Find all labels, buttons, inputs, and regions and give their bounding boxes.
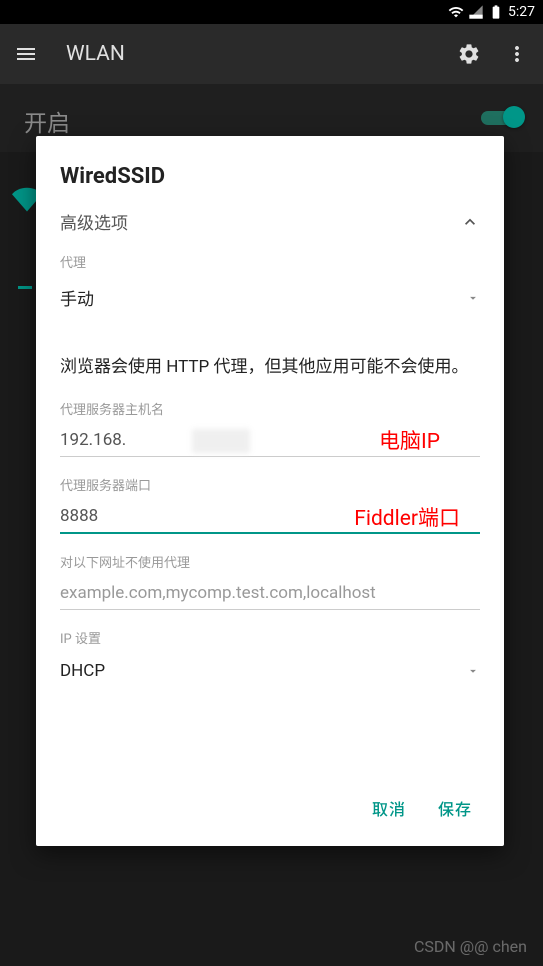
dropdown-icon	[466, 664, 480, 678]
proxy-label: 代理	[60, 252, 480, 271]
divider-accent	[18, 286, 32, 289]
status-time: 5:27	[508, 4, 535, 20]
host-label: 代理服务器主机名	[60, 399, 480, 418]
host-annotation: 电脑IP	[379, 425, 440, 455]
battery-icon	[488, 4, 504, 20]
advanced-options-toggle[interactable]: 高级选项	[60, 209, 480, 234]
port-label: 代理服务器端口	[60, 475, 480, 494]
status-bar: 5:27	[0, 0, 543, 24]
proxy-info-text: 浏览器会使用 HTTP 代理，但其他应用可能不会使用。	[60, 354, 480, 381]
save-button[interactable]: 保存	[438, 796, 472, 820]
proxy-select[interactable]: 手动	[60, 277, 480, 316]
bypass-field: 对以下网址不使用代理	[60, 552, 480, 610]
bypass-label: 对以下网址不使用代理	[60, 552, 480, 571]
cancel-button[interactable]: 取消	[372, 796, 406, 820]
chevron-up-icon	[460, 212, 480, 232]
dropdown-icon	[466, 291, 480, 305]
network-dialog: WiredSSID 高级选项 代理 手动 浏览器会使用 HTTP 代理，但其他应…	[36, 136, 504, 846]
gear-icon[interactable]	[457, 42, 481, 66]
app-bar: WLAN	[0, 24, 543, 84]
wlan-toggle-label: 开启	[24, 104, 519, 138]
wifi-icon	[448, 4, 464, 20]
ip-settings-select[interactable]: DHCP	[60, 653, 480, 687]
redacted-blur	[192, 429, 250, 453]
signal-icon	[468, 4, 484, 20]
watermark: CSDN @@ chen	[414, 937, 527, 956]
proxy-value: 手动	[60, 285, 94, 310]
port-annotation: Fiddler端口	[354, 502, 460, 532]
menu-icon[interactable]	[14, 42, 38, 66]
more-icon[interactable]	[505, 42, 529, 66]
wlan-toggle[interactable]	[481, 106, 525, 130]
dialog-title: WiredSSID	[60, 164, 480, 189]
app-title: WLAN	[66, 42, 433, 66]
ip-settings-label: IP 设置	[60, 628, 480, 647]
proxy-host-field: 代理服务器主机名 电脑IP	[60, 399, 480, 457]
advanced-label: 高级选项	[60, 209, 128, 234]
bypass-input[interactable]	[60, 579, 480, 610]
ip-value: DHCP	[60, 661, 105, 681]
dialog-buttons: 取消 保存	[60, 784, 480, 832]
proxy-port-field: 代理服务器端口 Fiddler端口	[60, 475, 480, 534]
